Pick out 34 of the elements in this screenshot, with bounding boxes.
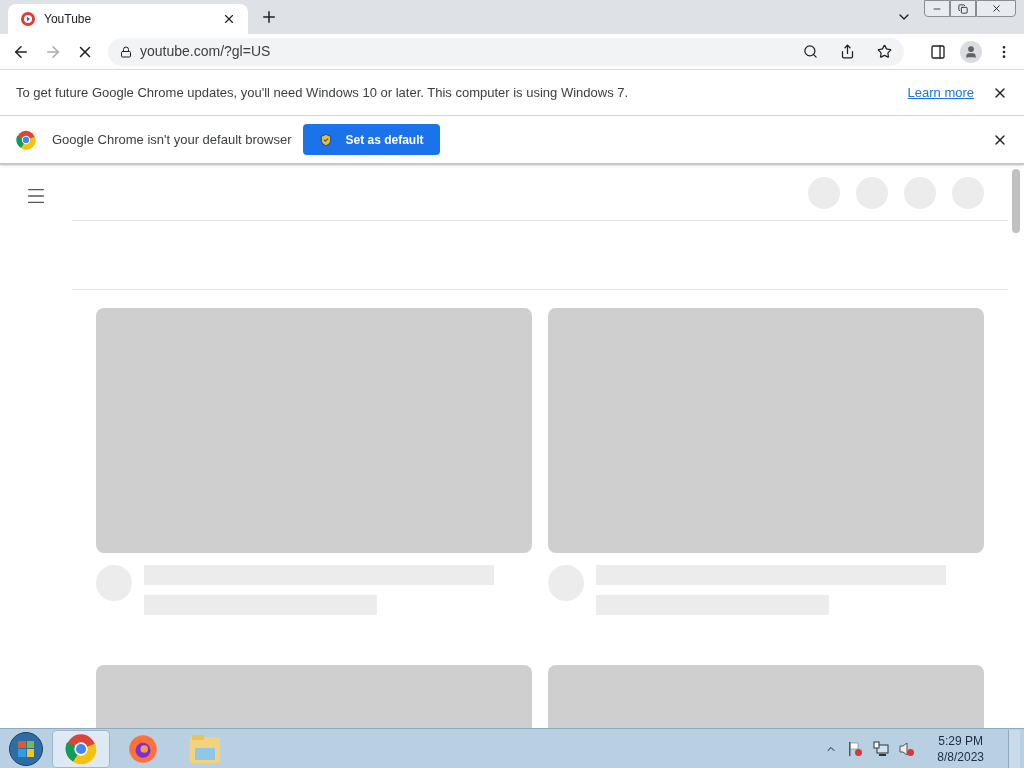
search-icon[interactable] <box>803 44 818 59</box>
clock-time[interactable]: 5:29 PM <box>938 732 983 749</box>
taskbar-app-button[interactable] <box>52 729 110 768</box>
close-window-button[interactable] <box>976 0 1016 17</box>
profile-avatar-icon[interactable] <box>960 40 982 63</box>
side-panel-icon[interactable] <box>930 43 946 60</box>
shield-icon <box>319 132 334 147</box>
infobar-message: To get future Google Chrome updates, you'll need Windows 10 or later. This computer is using Windows 7. <box>16 83 630 102</box>
infobar-message: Google Chrome isn't your default browser <box>52 130 292 149</box>
action-center-flag-icon[interactable] <box>847 740 864 757</box>
bookmark-star-icon[interactable] <box>877 44 892 59</box>
learn-more-link[interactable]: Learn more <box>907 82 974 103</box>
url-text: youtube.com/?gl=US <box>140 42 272 61</box>
tab-title: YouTube <box>44 11 93 28</box>
folder-icon <box>189 733 221 764</box>
restore-button[interactable] <box>950 0 976 17</box>
speaker-muted-icon[interactable] <box>899 740 916 757</box>
clock-date[interactable]: 8/8/2023 <box>937 748 984 765</box>
minimize-button[interactable] <box>924 0 950 17</box>
scrollbar-thumb[interactable] <box>1012 169 1020 233</box>
close-icon <box>990 3 1002 14</box>
close-icon[interactable] <box>222 12 236 26</box>
lock-icon <box>120 45 132 58</box>
tab-favicon-icon <box>20 11 36 27</box>
share-icon[interactable] <box>840 44 855 59</box>
network-icon[interactable] <box>873 740 890 757</box>
restore-icon <box>958 3 968 14</box>
firefox-logo-icon <box>128 733 158 764</box>
browser-tab[interactable]: YouTube <box>8 4 248 34</box>
chrome-logo-icon <box>16 129 36 150</box>
set-default-button[interactable]: Set as default <box>303 124 440 155</box>
address-bar[interactable]: youtube.com/?gl=US <box>108 37 904 66</box>
new-tab-icon[interactable] <box>260 8 278 26</box>
chrome-logo-icon <box>65 732 97 765</box>
